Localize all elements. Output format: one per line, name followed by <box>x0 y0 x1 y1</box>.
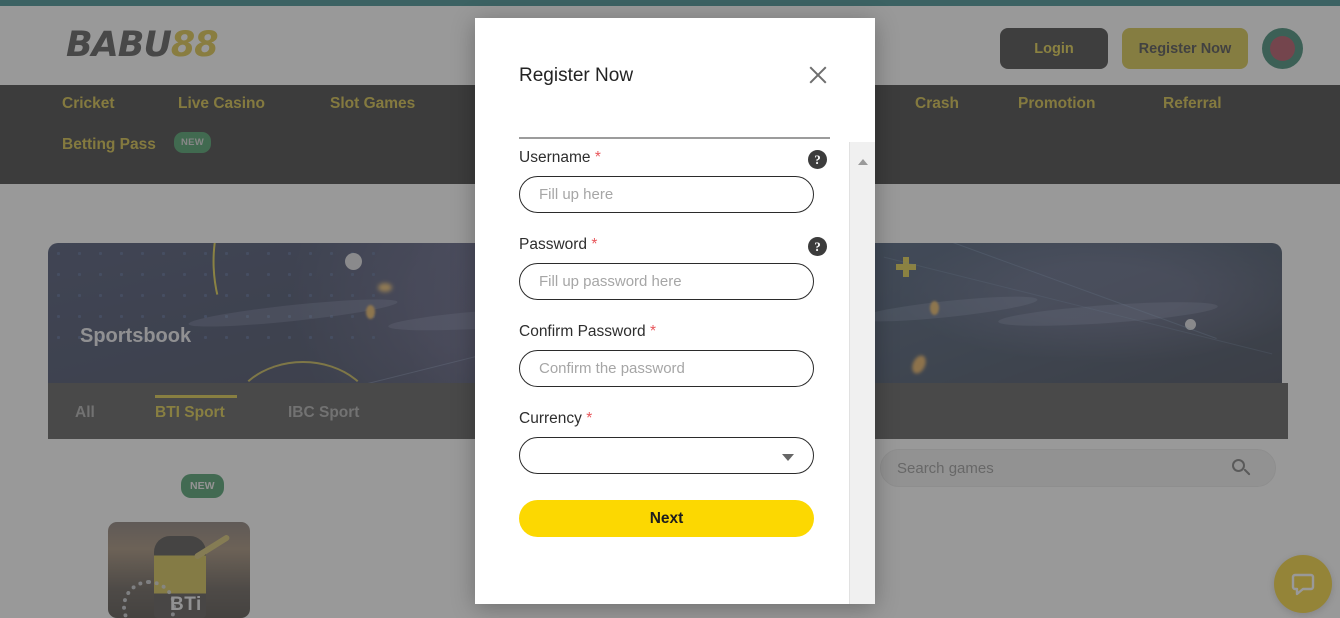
field-currency: Currency * <box>475 410 875 474</box>
field-label: Currency * <box>519 410 875 428</box>
field-label-text: Password <box>519 236 588 253</box>
currency-select[interactable] <box>519 437 814 474</box>
page-root: BABU88 Login Register Now Cricket Live C… <box>0 0 1340 618</box>
modal-title: Register Now <box>519 65 634 86</box>
field-label-text: Confirm Password <box>519 323 646 340</box>
scroll-up-arrow-icon[interactable] <box>858 159 868 165</box>
input-placeholder: Fill up password here <box>539 273 682 290</box>
required-marker: * <box>594 149 601 166</box>
field-username: Username * ? Fill up here <box>475 149 875 213</box>
field-label-text: Currency <box>519 410 582 427</box>
help-icon[interactable]: ? <box>808 237 827 256</box>
close-icon[interactable] <box>805 62 831 88</box>
field-label-text: Username <box>519 149 591 166</box>
username-input[interactable]: Fill up here <box>519 176 814 213</box>
password-input[interactable]: Fill up password here <box>519 263 814 300</box>
field-password: Password * ? Fill up password here <box>475 236 875 300</box>
modal-scrollbar[interactable] <box>849 142 875 604</box>
field-confirm-password: Confirm Password * Confirm the password <box>475 323 875 387</box>
required-marker: * <box>591 236 598 253</box>
input-placeholder: Fill up here <box>539 186 614 203</box>
required-marker: * <box>586 410 593 427</box>
register-form: Username * ? Fill up here Password * ? F… <box>475 149 875 537</box>
chevron-down-icon <box>782 454 794 461</box>
next-button[interactable]: Next <box>519 500 814 537</box>
required-marker: * <box>649 323 656 340</box>
register-modal: Register Now Username * ? Fill up here P… <box>475 18 875 604</box>
modal-divider <box>519 137 830 139</box>
modal-header: Register Now <box>475 18 875 118</box>
help-icon[interactable]: ? <box>808 150 827 169</box>
confirm-password-input[interactable]: Confirm the password <box>519 350 814 387</box>
field-label: Confirm Password * <box>519 323 875 341</box>
input-placeholder: Confirm the password <box>539 360 685 377</box>
